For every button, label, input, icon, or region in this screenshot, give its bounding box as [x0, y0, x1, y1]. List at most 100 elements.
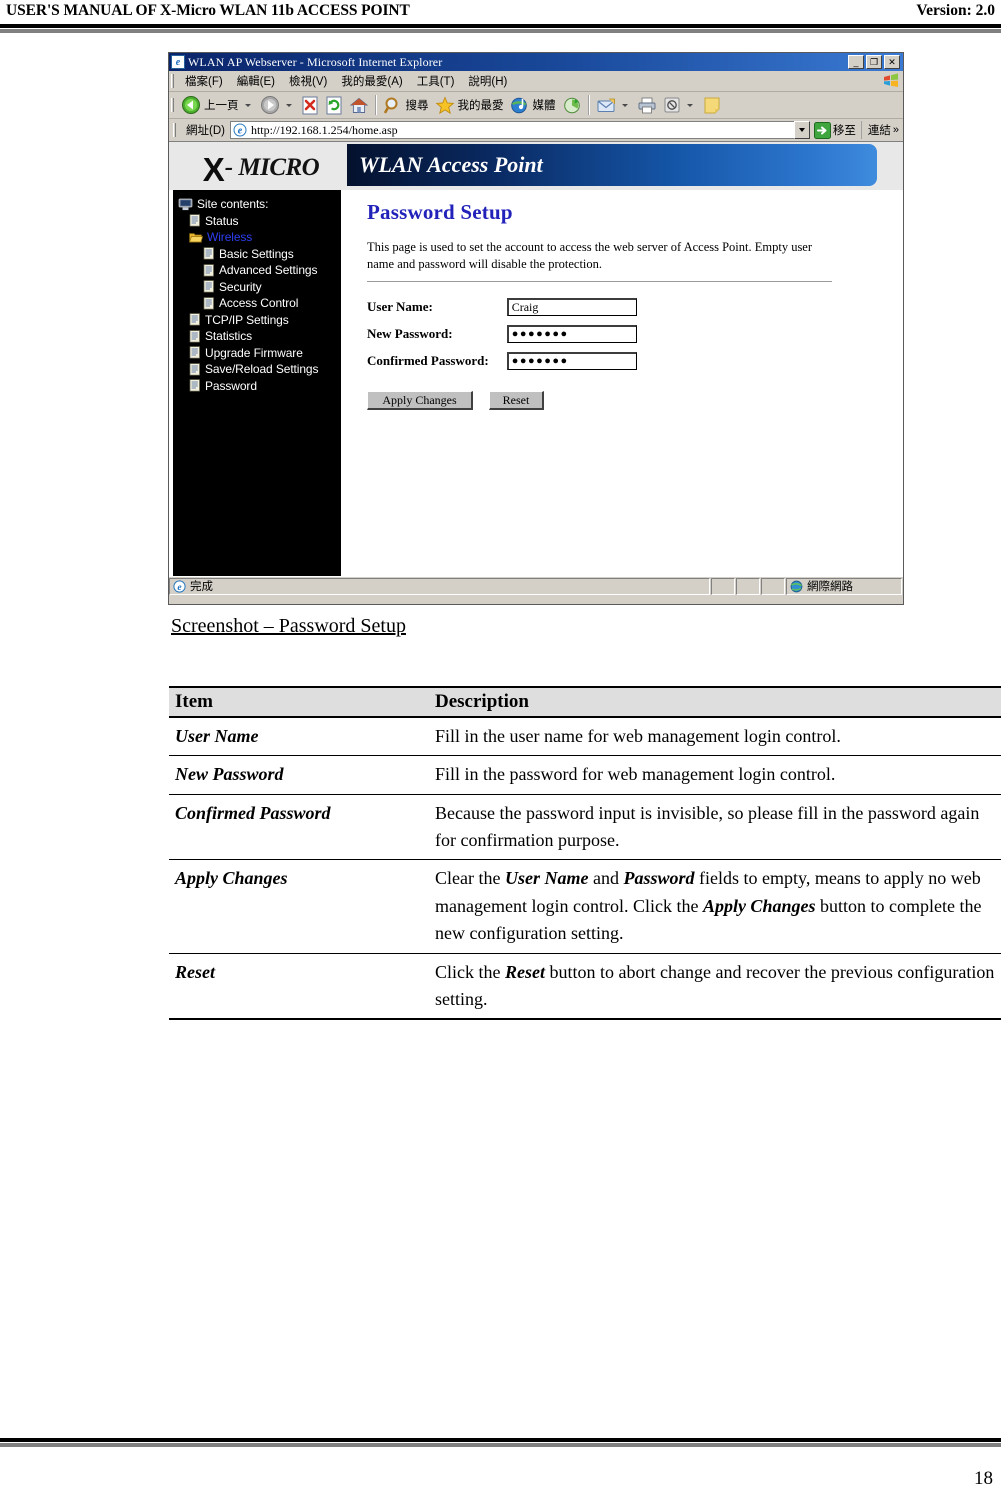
table-row: Confirmed Password Because the password …	[169, 794, 1001, 861]
discuss-button[interactable]	[699, 93, 725, 117]
sidebar-item-tcpip-settings[interactable]: TCP/IP Settings	[173, 312, 341, 329]
site-contents-tree: Site contents: Status Wireless Basic Set…	[173, 190, 341, 576]
sidebar-item-advanced-settings[interactable]: Advanced Settings	[173, 262, 341, 279]
address-grip-handle[interactable]	[173, 123, 176, 137]
address-url-text: http://192.168.1.254/home.asp	[250, 122, 398, 137]
browser-menu-bar: 檔案(F) 編輯(E) 檢視(V) 我的最愛(A) 工具(T) 說明(H)	[169, 71, 903, 92]
row-desc-new-password: Fill in the password for web management …	[429, 755, 1001, 795]
item-description-table: Item Description User Name Fill in the u…	[169, 686, 1001, 1021]
back-dropdown-icon[interactable]	[244, 103, 251, 107]
figure-caption: Screenshot – Password Setup	[171, 615, 406, 637]
address-dropdown-button[interactable]	[793, 121, 810, 139]
sidebar-item-upgrade-firmware[interactable]: Upgrade Firmware	[173, 345, 341, 362]
confirmed-password-label: Confirmed Password:	[367, 353, 489, 368]
menu-item-file[interactable]: 檔案(F)	[178, 71, 230, 91]
row-item-user-name: User Name	[169, 717, 429, 757]
form-row-confirmed-password: Confirmed Password: ●●●●●●●	[367, 352, 637, 379]
manual-version: Version: 2.0	[916, 2, 995, 19]
history-button[interactable]	[559, 93, 585, 117]
print-button[interactable]	[634, 93, 660, 117]
banner-title: WLAN Access Point	[359, 152, 543, 177]
confirmed-password-input[interactable]: ●●●●●●●	[506, 352, 637, 370]
windows-flag-icon	[884, 73, 898, 87]
favorites-button[interactable]: 我的最愛	[432, 93, 507, 117]
mail-dropdown-icon[interactable]	[621, 103, 628, 107]
row-item-reset: Reset	[169, 953, 429, 1021]
status-message-pane: e 完成	[169, 577, 710, 595]
ie-logo-icon: e	[171, 55, 185, 69]
reset-button[interactable]: Reset	[489, 391, 544, 410]
sidebar-label-save-reload-settings: Save/Reload Settings	[205, 362, 319, 377]
links-button[interactable]: 連結 »	[860, 121, 901, 139]
sidebar-item-save-reload-settings[interactable]: Save/Reload Settings	[173, 361, 341, 378]
new-password-label: New Password:	[367, 326, 453, 341]
restore-button[interactable]: ❐	[866, 55, 882, 69]
favorites-button-label: 我的最愛	[457, 100, 504, 112]
page-icon	[203, 247, 214, 260]
home-icon	[349, 97, 368, 113]
page-icon	[189, 379, 200, 392]
stop-button[interactable]	[298, 93, 322, 117]
sidebar-item-security[interactable]: Security	[173, 279, 341, 296]
star-icon	[435, 95, 454, 114]
refresh-button[interactable]	[322, 93, 346, 117]
menu-item-edit[interactable]: 編輯(E)	[230, 71, 282, 91]
sidebar-item-password[interactable]: Password	[173, 378, 341, 395]
form-buttons: Apply Changes Reset	[367, 391, 901, 410]
user-name-label: User Name:	[367, 299, 433, 314]
sidebar-item-basic-settings[interactable]: Basic Settings	[173, 246, 341, 263]
forward-button[interactable]	[257, 93, 298, 117]
row-desc-reset: Click the Reset button to abort change a…	[429, 953, 1001, 1021]
double-chevron-icon[interactable]: »	[893, 124, 899, 136]
user-name-input[interactable]: Craig	[506, 298, 637, 316]
browser-window: e WLAN AP Webserver - Microsoft Internet…	[168, 52, 904, 605]
mail-button[interactable]	[593, 93, 634, 117]
go-button[interactable]: 移至	[810, 121, 861, 139]
new-password-value: ●●●●●●●	[511, 328, 569, 340]
menu-item-favorites[interactable]: 我的最愛(A)	[334, 71, 409, 91]
history-icon	[563, 97, 580, 113]
confirmed-password-value: ●●●●●●●	[511, 355, 569, 367]
forward-dropdown-icon[interactable]	[285, 103, 292, 107]
browser-status-bar: e 完成 網際網路	[169, 576, 903, 595]
new-password-input[interactable]: ●●●●●●●	[506, 325, 637, 343]
address-input[interactable]: e http://192.168.1.254/home.asp	[229, 121, 794, 139]
minimize-button[interactable]: _	[848, 55, 864, 69]
toolbar-grip-handle[interactable]	[171, 98, 174, 112]
sidebar-item-access-control[interactable]: Access Control	[173, 295, 341, 312]
menu-item-tools[interactable]: 工具(T)	[410, 71, 462, 91]
page-viewport: X- MICRO WLAN Access Point Site contents…	[169, 142, 903, 576]
site-banner: X- MICRO WLAN Access Point	[169, 142, 903, 190]
user-name-value: Craig	[511, 300, 539, 314]
search-button[interactable]: 搜尋	[380, 93, 432, 117]
table-header-row: Item Description	[169, 686, 1001, 718]
media-button[interactable]: 媒體	[507, 93, 559, 117]
folder-open-icon	[189, 233, 203, 243]
window-controls: _ ❐ ✕	[848, 55, 902, 69]
menu-item-help[interactable]: 說明(H)	[461, 71, 514, 91]
toolbar-separator-2	[587, 95, 590, 115]
column-header-item: Item	[169, 686, 429, 718]
sidebar-label-password: Password	[205, 378, 257, 393]
home-button[interactable]	[346, 93, 372, 117]
menu-grip-handle[interactable]	[171, 74, 174, 88]
apply-changes-button[interactable]: Apply Changes	[367, 391, 473, 410]
logo-x-mark: X	[202, 150, 225, 188]
edit-button[interactable]	[660, 93, 699, 117]
sidebar-item-statistics[interactable]: Statistics	[173, 328, 341, 345]
close-button[interactable]: ✕	[884, 55, 900, 69]
menu-item-view[interactable]: 檢視(V)	[282, 71, 334, 91]
sidebar-item-status[interactable]: Status	[173, 213, 341, 230]
page-content: Password Setup This page is used to set …	[345, 190, 901, 576]
tree-root-site-contents: Site contents:	[173, 196, 341, 213]
printer-icon	[638, 97, 655, 113]
edit-dropdown-icon[interactable]	[686, 103, 693, 107]
back-button[interactable]: 上一頁	[178, 93, 257, 117]
sidebar-item-wireless[interactable]: Wireless	[173, 229, 341, 246]
column-header-description: Description	[429, 686, 1001, 718]
page-status-icon: e	[173, 579, 186, 593]
status-message-text: 完成	[190, 581, 213, 593]
search-button-label: 搜尋	[405, 100, 429, 112]
page-favicon-icon: e	[233, 123, 247, 137]
browser-toolbar: 上一頁 搜尋 我的最愛 媒體	[169, 92, 903, 119]
